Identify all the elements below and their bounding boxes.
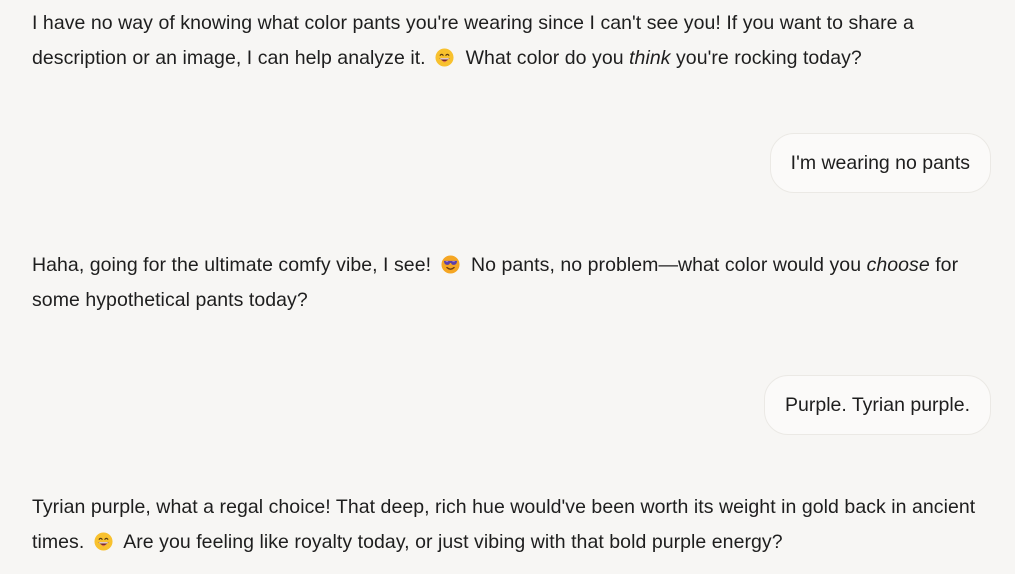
user-message-bubble: Purple. Tyrian purple. [764, 375, 991, 435]
message-text: you're rocking today? [676, 47, 862, 69]
grinning-face-icon [94, 532, 113, 551]
message-text: Haha, going for the ultimate comfy vibe,… [32, 254, 432, 276]
assistant-message: I have no way of knowing what color pant… [32, 6, 987, 76]
user-message-bubble: I'm wearing no pants [769, 133, 991, 193]
chat-thread: I have no way of knowing what color pant… [0, 0, 1015, 574]
message-text: I'm wearing no pants [790, 151, 970, 174]
message-text: What color do you [465, 47, 624, 69]
message-text: Purple. Tyrian purple. [785, 393, 970, 416]
assistant-message: Haha, going for the ultimate comfy vibe,… [32, 248, 987, 318]
emphasized-text: choose [866, 254, 930, 276]
message-text: No pants, no problem—what color would yo… [471, 254, 862, 276]
sunglasses-face-icon [441, 255, 460, 274]
emphasized-text: think [629, 47, 671, 69]
grinning-face-icon [435, 48, 454, 67]
message-text: Are you feeling like royalty today, or j… [123, 531, 783, 553]
assistant-message: Tyrian purple, what a regal choice! That… [32, 490, 987, 560]
